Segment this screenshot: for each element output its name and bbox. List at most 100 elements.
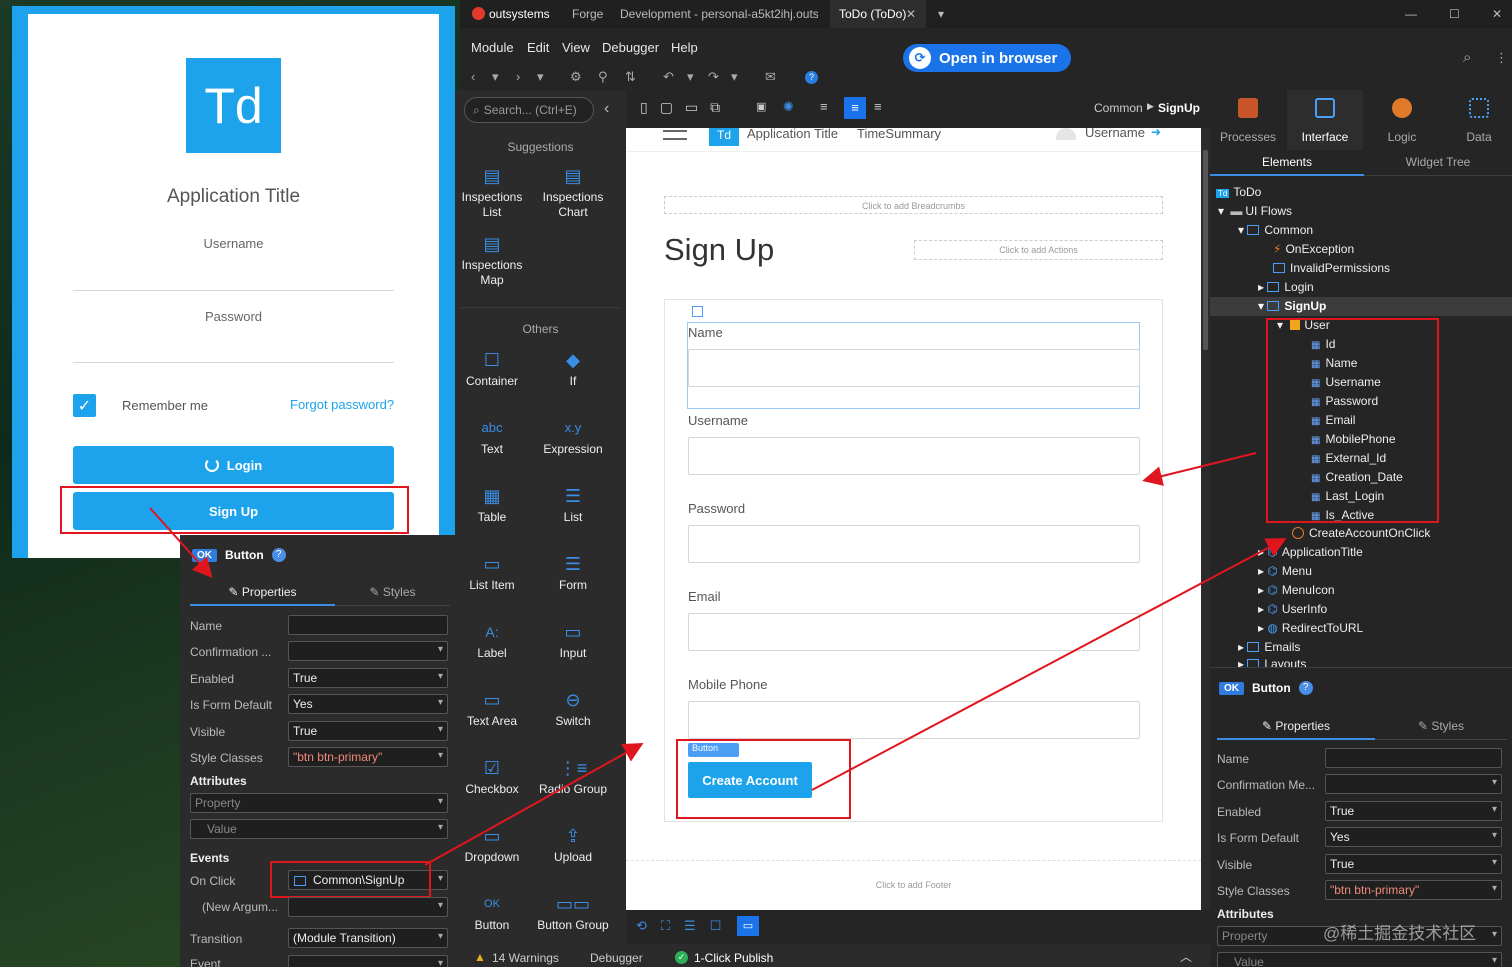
tool-inspections-chart[interactable]: ▤ Inspections Chart — [533, 166, 613, 220]
menu-module[interactable]: Module — [471, 40, 514, 55]
tool-form[interactable]: ☰ Form — [533, 554, 613, 593]
name-input[interactable] — [688, 349, 1140, 387]
back-icon[interactable]: ‹ — [471, 69, 475, 84]
tool-text-area[interactable]: ▭ Text Area — [452, 690, 532, 729]
r-prop-field-visible[interactable]: True — [1325, 854, 1502, 874]
tool-upload[interactable]: ⇪ Upload — [533, 826, 613, 865]
r-prop-field-enabled[interactable]: True — [1325, 801, 1502, 821]
prop-field-enabled[interactable]: True — [288, 668, 448, 688]
device-preview-icons[interactable]: ▯▢▭⧉ — [640, 99, 732, 116]
tab-dropdown-icon[interactable]: ▾ — [938, 7, 944, 21]
tree-block-redirect[interactable]: ▸ ◍ RedirectToURL — [1258, 621, 1363, 635]
expand-panel-icon[interactable]: ︿ — [1180, 948, 1192, 965]
feedback-icon[interactable]: ✉ — [765, 69, 776, 85]
tree-block-menuicon[interactable]: ▸ ⌬ MenuIcon — [1258, 583, 1335, 597]
email-field[interactable] — [688, 613, 1140, 651]
grid-icon[interactable]: ⋮⋮ — [1495, 50, 1512, 66]
settings-icon[interactable]: ⚙ — [570, 69, 582, 85]
tree-invalid-permissions[interactable]: InvalidPermissions — [1273, 261, 1390, 275]
footer-placeholder[interactable]: Click to add Footer — [626, 880, 1201, 890]
search-icon[interactable]: ⌕ — [1463, 49, 1471, 66]
tree-block-userinfo[interactable]: ▸ ⌬ UserInfo — [1258, 602, 1327, 616]
tree-layouts[interactable]: ▸ Layouts — [1238, 657, 1306, 667]
close-window-icon[interactable]: ✕ — [1492, 7, 1502, 21]
username-input[interactable] — [73, 290, 394, 291]
tree-root[interactable]: Td ToDo — [1216, 185, 1261, 199]
tab-widget-tree[interactable]: Widget Tree — [1364, 150, 1512, 176]
redo-dropdown-icon[interactable]: ▾ — [731, 69, 738, 85]
prop-field-name[interactable] — [288, 615, 448, 635]
forward-dropdown-icon[interactable]: ▾ — [537, 69, 544, 85]
tool-container[interactable]: ☐ Container — [452, 350, 532, 389]
canvas-scroll-thumb[interactable] — [1203, 150, 1208, 350]
undo-dropdown-icon[interactable]: ▾ — [687, 69, 694, 85]
menu-edit[interactable]: Edit — [527, 40, 549, 55]
event-field[interactable] — [288, 955, 448, 967]
open-in-browser-button[interactable]: ⟳ Open in browser — [903, 44, 1071, 72]
tool-if[interactable]: ◆ If — [533, 350, 613, 389]
menu-help[interactable]: Help — [671, 40, 698, 55]
tool-inspections-list[interactable]: ▤ Inspections List — [452, 166, 532, 220]
undo-icon[interactable]: ↶ — [663, 69, 674, 85]
password-input[interactable] — [73, 362, 394, 363]
logout-icon[interactable]: ➜ — [1151, 125, 1161, 139]
actions-placeholder[interactable]: Click to add Actions — [914, 240, 1163, 260]
form-selector-icon[interactable] — [692, 306, 703, 317]
menu-debugger[interactable]: Debugger — [602, 40, 659, 55]
attr-value-field[interactable]: Value — [190, 819, 448, 839]
help-icon[interactable]: ? — [271, 548, 286, 562]
login-button[interactable]: Login — [73, 446, 394, 484]
tool-list[interactable]: ☰ List — [533, 486, 613, 525]
tree-ui-flows[interactable]: ▾ ▬ UI Flows — [1218, 204, 1292, 218]
transition-field[interactable]: (Module Transition) — [288, 928, 448, 948]
tool-dropdown[interactable]: ▭ Dropdown — [452, 826, 532, 865]
prop-field-form-default[interactable]: Yes — [288, 694, 448, 714]
tree-login[interactable]: ▸ Login — [1258, 280, 1314, 294]
tool-label[interactable]: A: Label — [452, 622, 532, 661]
prop-field-style-classes[interactable]: "btn btn-primary" — [288, 747, 448, 767]
forward-icon[interactable]: › — [516, 69, 520, 84]
new-argument-field[interactable] — [288, 897, 448, 917]
tree-onexception[interactable]: ⚡ OnException — [1273, 242, 1354, 256]
username-field[interactable] — [688, 437, 1140, 475]
tool-text[interactable]: abc Text — [452, 418, 532, 457]
back-dropdown-icon[interactable]: ▾ — [492, 69, 499, 85]
r-prop-field-style-classes[interactable]: "btn btn-primary" — [1325, 880, 1502, 900]
align-center-icon[interactable]: ≡ — [844, 97, 866, 119]
active-tool-icon[interactable]: ▭ — [737, 916, 759, 936]
tree-signup[interactable]: ▾ SignUp — [1258, 299, 1326, 313]
r-prop-field-confirmation[interactable] — [1325, 774, 1502, 794]
tab-interface[interactable]: Interface — [1287, 90, 1363, 150]
tool-button[interactable]: OK Button — [452, 894, 532, 933]
compare-icon[interactable]: ⇅ — [625, 69, 636, 85]
tab-properties[interactable]: ✎ Properties — [190, 578, 335, 606]
publish-button[interactable]: 1-Click Publish — [694, 951, 773, 965]
r-prop-field-form-default[interactable]: Yes — [1325, 827, 1502, 847]
warnings-count[interactable]: 14 Warnings — [492, 951, 559, 965]
tab-elements[interactable]: Elements — [1210, 150, 1364, 176]
attr-property-field[interactable]: Property — [190, 793, 448, 813]
r-prop-field-name[interactable] — [1325, 748, 1502, 768]
plugin-icon[interactable]: ⚲ — [598, 69, 608, 85]
mobile-phone-field[interactable] — [688, 701, 1140, 739]
password-field[interactable] — [688, 525, 1140, 563]
tab-data[interactable]: Data — [1441, 90, 1512, 150]
remember-checkbox[interactable]: ✓ — [73, 394, 96, 417]
hamburger-menu-icon[interactable] — [663, 130, 687, 140]
css-icon[interactable]: ▣ — [756, 100, 766, 113]
breadcrumb-parent[interactable]: Common — [1094, 101, 1143, 115]
menu-view[interactable]: View — [562, 40, 590, 55]
tool-expression[interactable]: x.y Expression — [533, 418, 613, 457]
minimize-icon[interactable]: — — [1405, 7, 1417, 21]
forgot-password-link[interactable]: Forgot password? — [290, 397, 394, 412]
tree-emails[interactable]: ▸ Emails — [1238, 640, 1300, 654]
header-username[interactable]: Username — [1085, 125, 1145, 140]
tree-common[interactable]: ▾ Common — [1238, 223, 1313, 237]
tab-styles[interactable]: ✎ Styles — [335, 578, 450, 606]
tool-inspections-map[interactable]: ▤ Inspections Map — [452, 234, 532, 288]
tool-checkbox[interactable]: ☑ Checkbox — [452, 758, 532, 797]
help-icon[interactable]: ? — [1298, 681, 1313, 695]
maximize-icon[interactable]: ☐ — [1449, 7, 1460, 21]
header-nav-link[interactable]: TimeSummary — [857, 126, 941, 141]
prop-field-confirmation[interactable] — [288, 641, 448, 661]
